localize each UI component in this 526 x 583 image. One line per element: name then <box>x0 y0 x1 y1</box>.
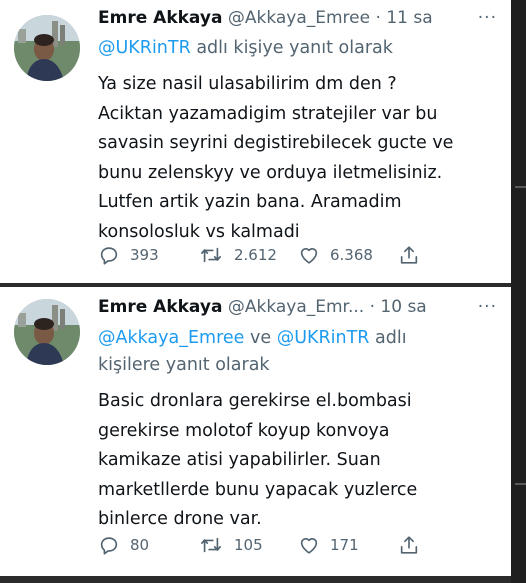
tweet-header: Emre Akkaya @Akkaya_Emree · 11 sa <box>98 8 503 28</box>
retweet-count: 105 <box>234 536 263 554</box>
reply-suffix: kişilere yanıt olarak <box>98 355 270 375</box>
tweet-text-line: kamikaze atisi yapabilirler. Suan <box>98 450 381 470</box>
handle[interactable]: @Akkaya_Emr... <box>228 297 364 317</box>
tweet-text-line: konsolosluk vs kalmadi <box>98 221 300 242</box>
tweet-text-line: bunu zelenskyy ve orduya iletmelisiniz. <box>98 162 443 183</box>
window-edge <box>511 0 526 583</box>
like-count: 171 <box>330 536 359 554</box>
share-button[interactable] <box>398 534 420 556</box>
reply-suffix: adlı kişiye yanıt olarak <box>190 38 393 58</box>
avatar[interactable] <box>14 15 80 81</box>
edge-mark <box>515 186 526 188</box>
tweet-text-line: Aciktan yazamadigim stratejiler var bu <box>98 103 438 124</box>
tweet-text-line: savasin seyrini degistirebilecek gucte v… <box>98 133 454 153</box>
reply-joiner: ve <box>244 328 277 348</box>
retweet-arrows-icon <box>201 247 221 263</box>
share-upload-icon <box>400 246 418 264</box>
tweet-card[interactable]: Emre Akkaya @Akkaya_Emr... · 10 sa ··· @… <box>0 287 511 576</box>
retweet-arrows-icon <box>201 537 221 553</box>
like-count: 6.368 <box>330 246 373 264</box>
tweet-text-line: Ya size nasil ulasabilirim dm den ? <box>98 74 397 94</box>
reply-suffix: adlı <box>369 328 407 348</box>
tweet-text: Ya size nasil ulasabilirim dm den ? Acik… <box>98 70 501 247</box>
reply-count: 80 <box>130 536 150 554</box>
heart-outline-icon <box>300 248 318 264</box>
heart-outline-icon <box>300 538 318 554</box>
replying-to: @Akkaya_Emree ve @UKRinTR adlı kişilere … <box>98 325 497 379</box>
tweet-text-line: marketllerde bunu yapacak yuzlerce <box>98 479 418 500</box>
tweet-text-line: gerekirse molotof koyup konvoya <box>98 420 390 441</box>
speech-bubble-icon <box>100 537 118 555</box>
share-upload-icon <box>400 536 418 554</box>
handle[interactable]: @Akkaya_Emree <box>228 8 370 28</box>
replying-to: @UKRinTR adlı kişiye yanıt olarak <box>98 35 497 62</box>
retweet-button[interactable]: 2.612 <box>198 244 277 266</box>
tweet-text-line: binlerce drone var. <box>98 509 262 529</box>
retweet-count: 2.612 <box>234 246 277 264</box>
timestamp[interactable]: · 10 sa <box>370 297 427 317</box>
like-button[interactable]: 6.368 <box>298 244 373 266</box>
share-button[interactable] <box>398 244 420 266</box>
reply-count: 393 <box>130 246 159 264</box>
mention-link[interactable]: @UKRinTR <box>98 38 191 58</box>
like-button[interactable]: 171 <box>298 534 359 556</box>
display-name[interactable]: Emre Akkaya <box>98 297 222 317</box>
speech-bubble-icon <box>100 247 118 265</box>
avatar-photo <box>14 15 80 81</box>
more-options-icon[interactable]: ··· <box>478 297 497 317</box>
retweet-button[interactable]: 105 <box>198 534 263 556</box>
display-name[interactable]: Emre Akkaya <box>98 8 222 28</box>
tweet-text-line: Lutfen artik yazin bana. Aramadim <box>98 192 402 212</box>
tweet-header: Emre Akkaya @Akkaya_Emr... · 10 sa <box>98 297 503 317</box>
more-options-icon[interactable]: ··· <box>478 8 497 28</box>
avatar[interactable] <box>14 299 80 365</box>
reply-button[interactable]: 80 <box>98 534 149 556</box>
avatar-photo <box>14 299 80 365</box>
mention-link[interactable]: @UKRinTR <box>277 328 370 348</box>
timestamp[interactable]: · 11 sa <box>376 8 433 28</box>
edge-mark <box>515 483 526 485</box>
tweet-text: Basic dronlara gerekirse el.bombasi gere… <box>98 387 501 535</box>
reply-button[interactable]: 393 <box>98 244 159 266</box>
mention-link[interactable]: @Akkaya_Emree <box>98 328 244 348</box>
tweet-card[interactable]: Emre Akkaya @Akkaya_Emree · 11 sa ··· @U… <box>0 0 511 283</box>
tweet-text-line: Basic dronlara gerekirse el.bombasi <box>98 391 412 411</box>
